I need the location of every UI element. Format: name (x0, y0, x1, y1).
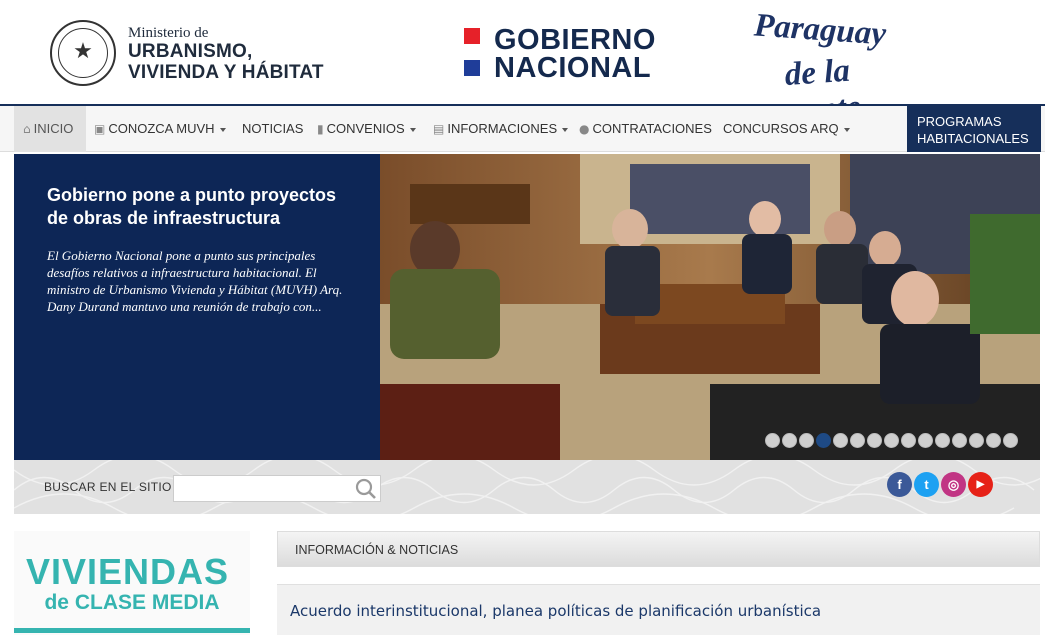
nav-label: CONVENIOS (326, 121, 405, 136)
gobierno-line1: GOBIERNO (494, 24, 656, 56)
briefcase-icon: ▣ (94, 122, 106, 136)
twitter-icon[interactable]: t (914, 472, 939, 497)
nav-item-concursos-arq[interactable]: CONCURSOS ARQ (723, 106, 850, 152)
slider-dot[interactable] (1003, 433, 1018, 448)
nav-label: INICIO (33, 121, 74, 136)
slider-dot[interactable] (833, 433, 848, 448)
programs-line2: HABITACIONALES (917, 131, 1029, 146)
nav-item-contrataciones[interactable]: ● CONTRATACIONES (579, 106, 712, 152)
slider-dot[interactable] (765, 433, 780, 448)
hero-slider: Gobierno pone a punto proyectos de obras… (14, 154, 1040, 460)
caret-down-icon (409, 127, 416, 132)
home-icon: ⌂ (23, 122, 31, 136)
nav-label: CONOZCA MUVH (108, 121, 215, 136)
promo-line1: VIVIENDAS (26, 551, 230, 592)
caret-down-icon (562, 127, 569, 132)
bookmark-icon: ▮ (317, 122, 324, 136)
programs-line1: PROGRAMAS (917, 114, 1002, 129)
user-icon: ● (579, 122, 590, 136)
nav-label: INFORMACIONES (447, 121, 558, 136)
news-item-title[interactable]: Acuerdo interinstitucional, planea polít… (290, 602, 821, 620)
slider-dot[interactable] (918, 433, 933, 448)
nav-label: NOTICIAS (242, 121, 304, 136)
ministry-line3: VIVIENDA Y HÁBITAT (128, 62, 324, 83)
slider-dot[interactable] (850, 433, 865, 448)
instagram-icon[interactable]: ◎ (941, 472, 966, 497)
gobierno-line2: NACIONAL (494, 52, 652, 84)
facebook-icon[interactable]: f (887, 472, 912, 497)
viviendas-clase-media-banner[interactable]: VIVIENDAS de CLASE MEDIA (14, 531, 250, 635)
slide-summary: El Gobierno Nacional pone a punto sus pr… (47, 248, 343, 314)
news-section-header: INFORMACIÓN & NOTICIAS (277, 531, 1040, 567)
search-label: BUSCAR EN EL SITIO (44, 480, 172, 494)
slider-dot[interactable] (969, 433, 984, 448)
slider-dot[interactable] (901, 433, 916, 448)
gobierno-flag-icon (464, 28, 480, 76)
nav-item-conozca-muvh[interactable]: ▣ CONOZCA MUVH (94, 106, 226, 152)
search-band: BUSCAR EN EL SITIO f t ◎ ▶ (14, 460, 1040, 514)
meeting-photo-illustration (380, 154, 1040, 460)
paraguay-slogan-logo: Paraguay de la gente (752, 7, 932, 130)
slide-title[interactable]: Gobierno pone a punto proyectos de obras… (47, 184, 347, 230)
nav-label: CONCURSOS ARQ (723, 121, 839, 136)
nav-item-programas-habitacionales[interactable]: PROGRAMAS HABITACIONALES (907, 106, 1041, 159)
slider-dot[interactable] (884, 433, 899, 448)
promo-line2: de CLASE MEDIA (44, 591, 220, 614)
promo-underline (14, 628, 250, 633)
caret-down-icon (219, 127, 226, 132)
news-section-title: INFORMACIÓN & NOTICIAS (295, 543, 459, 557)
youtube-icon[interactable]: ▶ (968, 472, 993, 497)
slide-photo[interactable] (380, 154, 1040, 460)
slider-dot[interactable] (799, 433, 814, 448)
nav-item-informaciones[interactable]: ▤ INFORMACIONES (433, 106, 569, 152)
slider-dot[interactable] (986, 433, 1001, 448)
main-nav: ⌂ INICIO ▣ CONOZCA MUVH NOTICIAS ▮ CONVENIO… (0, 104, 1045, 159)
slogan-line1: Paraguay (752, 7, 888, 53)
search-input[interactable] (173, 475, 381, 502)
nav-label: CONTRATACIONES (592, 121, 712, 136)
nav-item-noticias[interactable]: NOTICIAS (242, 106, 303, 152)
slide-caption-panel: Gobierno pone a punto proyectos de obras… (14, 154, 380, 460)
nav-item-convenios[interactable]: ▮ CONVENIOS (317, 106, 416, 152)
news-list-item[interactable]: Acuerdo interinstitucional, planea polít… (277, 584, 1040, 635)
slider-dot[interactable] (935, 433, 950, 448)
site-header: ★ Ministerio de URBANISMO, VIVIENDA Y HÁ… (0, 0, 1045, 130)
list-icon: ▤ (433, 122, 445, 136)
slider-dot[interactable] (816, 433, 831, 448)
caret-down-icon (843, 127, 850, 132)
star-icon: ★ (73, 39, 93, 64)
slider-dot[interactable] (782, 433, 797, 448)
gobierno-nacional-logo[interactable]: GOBIERNO NACIONAL (494, 24, 656, 84)
slider-dot[interactable] (952, 433, 967, 448)
slider-dot[interactable] (867, 433, 882, 448)
ministry-line2: URBANISMO, (128, 41, 253, 62)
republic-seal-logo[interactable]: ★ (50, 20, 116, 86)
ministry-line1: Ministerio de (128, 25, 209, 41)
slider-pagination (763, 433, 1018, 453)
search-icon[interactable] (353, 477, 379, 500)
ministry-logo[interactable]: Ministerio de URBANISMO, VIVIENDA Y HÁBI… (128, 25, 324, 84)
nav-item-inicio[interactable]: ⌂ INICIO (14, 106, 86, 152)
